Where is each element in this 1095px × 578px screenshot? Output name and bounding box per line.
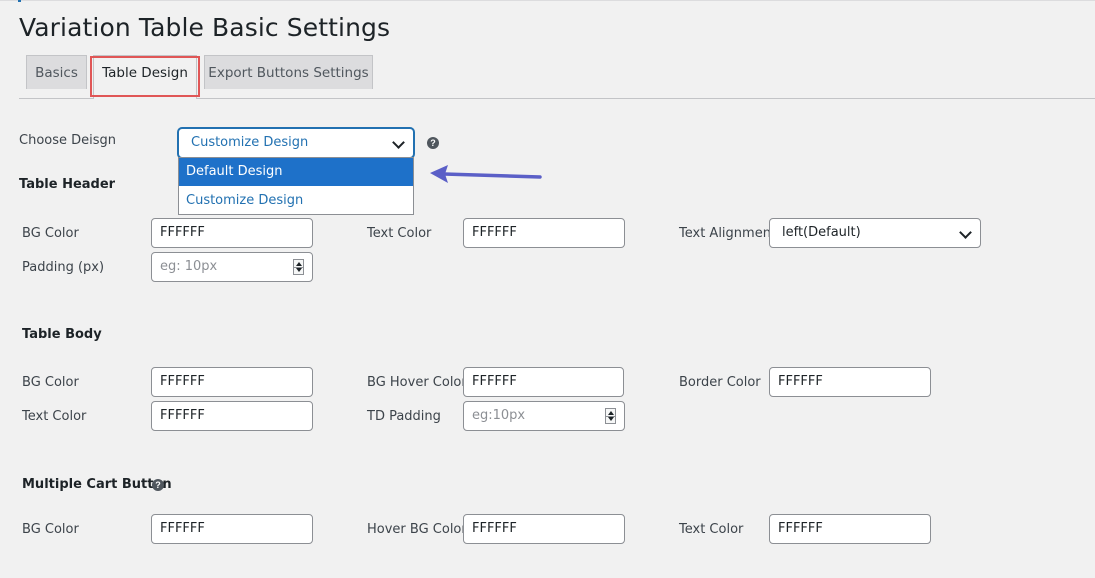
header-bg-color-input[interactable]: FFFFFF xyxy=(151,218,313,248)
header-padding-input[interactable]: eg: 10px xyxy=(151,252,313,282)
table-header-title: Table Header xyxy=(19,177,116,192)
multiple-cart-help-icon[interactable]: ? xyxy=(152,479,164,491)
body-bg-hover-label: BG Hover Color xyxy=(367,375,467,390)
chevron-down-icon xyxy=(392,136,405,149)
header-text-alignment-value: left(Default) xyxy=(782,225,861,240)
page-title: Variation Table Basic Settings xyxy=(19,13,391,42)
cart-text-color-label: Text Color xyxy=(679,522,744,537)
spinner-icon[interactable] xyxy=(293,259,304,275)
design-help-icon[interactable]: ? xyxy=(427,137,439,149)
header-text-alignment-label: Text Alignment xyxy=(679,226,777,241)
dropdown-option-default-design[interactable]: Default Design xyxy=(179,158,413,186)
choose-design-label: Choose Deisgn xyxy=(19,133,117,148)
tab-basics[interactable]: Basics xyxy=(26,55,87,89)
cart-bg-color-label: BG Color xyxy=(22,522,79,537)
header-text-color-input[interactable]: FFFFFF xyxy=(463,218,625,248)
body-text-color-input[interactable]: FFFFFF xyxy=(151,401,313,431)
tab-highlight-box xyxy=(90,56,200,97)
table-body-title: Table Body xyxy=(22,327,102,342)
annotation-arrow-icon xyxy=(430,165,542,183)
body-td-padding-input[interactable]: eg:10px xyxy=(463,401,625,431)
tab-export-buttons-settings[interactable]: Export Buttons Settings xyxy=(204,55,373,89)
body-text-color-label: Text Color xyxy=(22,409,87,424)
top-accent xyxy=(18,0,21,2)
body-td-padding-label: TD Padding xyxy=(367,409,441,424)
header-bg-color-label: BG Color xyxy=(22,226,79,241)
spinner-icon[interactable] xyxy=(605,408,616,424)
body-td-padding-placeholder: eg:10px xyxy=(472,408,526,423)
design-select-value: Customize Design xyxy=(191,135,309,150)
cart-hover-bg-input[interactable]: FFFFFF xyxy=(463,514,625,544)
header-padding-label: Padding (px) xyxy=(22,260,105,275)
header-text-alignment-select[interactable]: left(Default) xyxy=(769,218,981,248)
multiple-cart-title: Multiple Cart Button xyxy=(22,477,172,492)
body-border-color-input[interactable]: FFFFFF xyxy=(769,367,931,397)
header-padding-placeholder: eg: 10px xyxy=(160,259,218,274)
header-text-color-label: Text Color xyxy=(367,226,432,241)
body-bg-color-label: BG Color xyxy=(22,375,79,390)
chevron-down-icon xyxy=(959,226,972,239)
top-border xyxy=(0,0,1095,1)
cart-text-color-input[interactable]: FFFFFF xyxy=(769,514,931,544)
design-select[interactable]: Customize Design xyxy=(178,128,414,158)
dropdown-option-customize-design[interactable]: Customize Design xyxy=(179,187,413,215)
cart-bg-color-input[interactable]: FFFFFF xyxy=(151,514,313,544)
body-border-color-label: Border Color xyxy=(679,375,761,390)
body-bg-hover-input[interactable]: FFFFFF xyxy=(463,367,624,397)
cart-hover-bg-label: Hover BG Color xyxy=(367,522,467,537)
body-bg-color-input[interactable]: FFFFFF xyxy=(151,367,313,397)
design-dropdown-list: Default Design Customize Design xyxy=(178,157,414,215)
